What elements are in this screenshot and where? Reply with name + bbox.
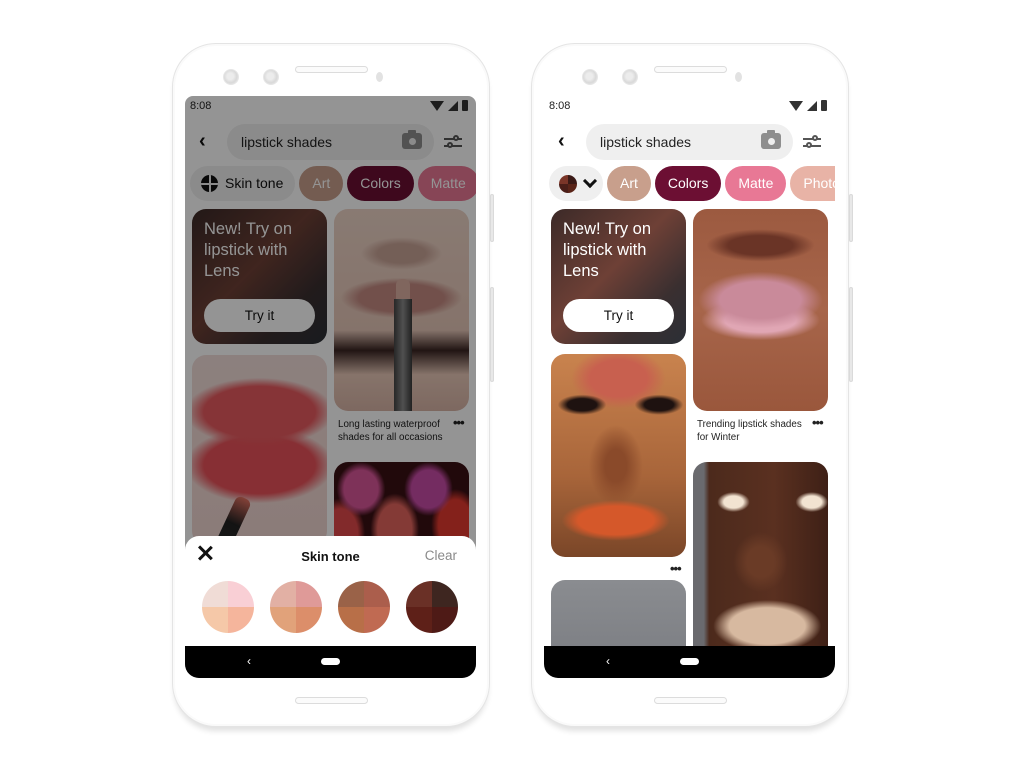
screen: 8:08 ‹ lipstick shades Art Colors Matte …: [544, 96, 835, 678]
chip-matte[interactable]: Matte: [725, 166, 787, 201]
back-arrow-icon[interactable]: ‹: [558, 131, 576, 151]
chip-colors[interactable]: Colors: [654, 166, 722, 201]
lens-promo-card[interactable]: New! Try on lipstick with Lens Try it: [551, 209, 686, 344]
front-camera-icon: [582, 69, 598, 85]
volume-button: [849, 287, 853, 382]
front-camera-icon: [223, 69, 239, 85]
chip-selected-skin-tone[interactable]: [549, 166, 603, 201]
chevron-down-icon: [582, 173, 598, 188]
search-input[interactable]: lipstick shades: [586, 124, 793, 160]
filter-sliders-icon[interactable]: [803, 134, 821, 150]
skin-tone-swatch-medium-dark[interactable]: [338, 581, 390, 633]
pin-image[interactable]: [693, 209, 828, 411]
home-pill-icon[interactable]: [321, 658, 340, 665]
skin-tone-swatches: [202, 581, 458, 633]
skin-tone-swatch-dark[interactable]: [406, 581, 458, 633]
search-row: ‹ lipstick shades: [544, 124, 835, 160]
system-nav-bar: ‹: [544, 646, 835, 678]
power-button: [490, 194, 494, 242]
pin-image[interactable]: [693, 462, 828, 662]
filter-chips: Art Colors Matte Photogr: [549, 166, 835, 202]
screen: 8:08 ‹ lipstick shades Skin tone Art Col…: [185, 96, 476, 678]
proximity-sensor: [735, 72, 742, 82]
pin-caption: Trending lipstick shades for Winter: [697, 419, 802, 443]
phone-left: 8:08 ‹ lipstick shades Skin tone Art Col…: [172, 43, 494, 727]
front-sensor-icon: [263, 69, 279, 85]
earpiece-speaker: [295, 66, 368, 73]
system-nav-bar: ‹: [185, 646, 476, 678]
nav-back-icon[interactable]: ‹: [606, 654, 610, 668]
clear-button[interactable]: Clear: [425, 548, 457, 563]
home-pill-icon[interactable]: [680, 658, 699, 665]
skin-tone-sheet: Skin tone Clear: [185, 536, 476, 646]
signal-icon: [807, 100, 817, 111]
front-sensor-icon: [622, 69, 638, 85]
nav-back-icon[interactable]: ‹: [247, 654, 251, 668]
chip-art[interactable]: Art: [607, 166, 651, 201]
skin-tone-swatch-medium-light[interactable]: [270, 581, 322, 633]
power-button: [849, 194, 853, 242]
more-options-icon[interactable]: •••: [670, 561, 682, 576]
promo-text: New! Try on lipstick with Lens: [563, 220, 652, 280]
volume-button: [490, 287, 494, 382]
phone-right: 8:08 ‹ lipstick shades Art Colors Matte …: [531, 43, 853, 727]
status-bar: 8:08: [544, 96, 835, 116]
chip-photography[interactable]: Photogr: [790, 166, 835, 201]
search-query: lipstick shades: [600, 134, 692, 150]
more-options-icon[interactable]: •••: [812, 415, 824, 430]
proximity-sensor: [376, 72, 383, 82]
bottom-speaker: [654, 697, 727, 704]
try-it-button[interactable]: Try it: [563, 299, 674, 332]
bottom-speaker: [295, 697, 368, 704]
pin-image[interactable]: [551, 354, 686, 557]
skin-tone-swatch-light[interactable]: [202, 581, 254, 633]
selected-skin-tone-swatch: [559, 174, 577, 193]
earpiece-speaker: [654, 66, 727, 73]
status-time: 8:08: [549, 100, 571, 112]
battery-icon: [821, 100, 827, 111]
camera-icon[interactable]: [761, 130, 781, 149]
wifi-icon: [789, 100, 803, 111]
